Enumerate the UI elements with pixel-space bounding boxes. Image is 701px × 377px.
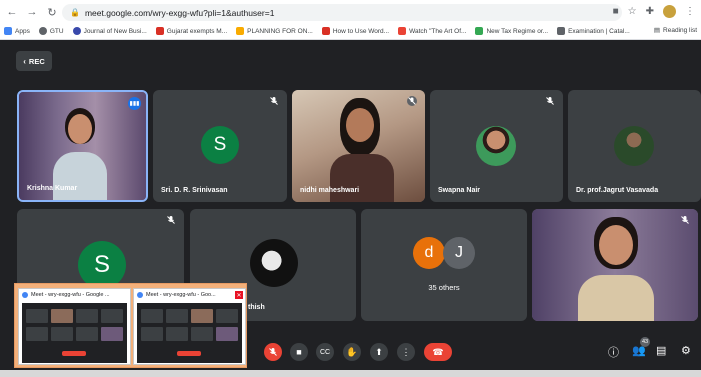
raise-hand-button[interactable]: ✋: [343, 343, 361, 361]
site-icon: [557, 27, 566, 35]
avatar: [614, 126, 654, 166]
back-icon[interactable]: ←: [4, 4, 20, 20]
others-tile[interactable]: d J 35 others: [361, 209, 527, 321]
participant-tile[interactable]: Swapna Nair: [430, 90, 563, 202]
bookmark-item[interactable]: New Tax Regime or...: [475, 27, 548, 35]
avatar: [250, 239, 298, 287]
bookmark-item[interactable]: How to Use Word...: [321, 27, 389, 35]
bookmark-item[interactable]: PLANNING FOR ON...: [236, 27, 313, 35]
site-icon: [236, 27, 245, 35]
window-thumbnail[interactable]: Meet - wry-exgg-wfu - Goo... ✕: [133, 288, 246, 365]
captions-icon: CC: [319, 348, 331, 356]
site-icon: [155, 27, 164, 35]
chat-icon[interactable]: ▤: [656, 344, 666, 357]
camera-button[interactable]: ■: [290, 343, 308, 361]
participant-tile[interactable]: Dr. prof.Jagrut Vasavada: [568, 90, 701, 202]
more-options-button[interactable]: ⋮: [397, 343, 415, 361]
taskbar-strip: [0, 370, 701, 377]
chevron-left-icon: ‹: [23, 56, 26, 66]
mic-off-icon: [270, 97, 278, 105]
participant-name: Krishna Kumar: [27, 185, 78, 192]
avatar: S: [78, 241, 126, 289]
mic-off-icon: [681, 216, 689, 224]
site-icon: [321, 27, 330, 35]
speaking-indicator-icon: ▮▮▮: [128, 97, 141, 110]
participant-tile[interactable]: S Sri. D. R. Srinivasan: [153, 90, 287, 202]
site-icon: [72, 27, 81, 35]
menu-icon[interactable]: ⋮: [685, 6, 695, 17]
close-icon[interactable]: ✕: [235, 291, 243, 299]
participant-name: thish: [248, 304, 265, 311]
url-text: meet.google.com/wry-exgg-wfu?pli=1&authu…: [84, 7, 275, 18]
chrome-icon: [22, 292, 28, 298]
bookmarks-bar: Apps GTU Journal of New Busi... Gujarat …: [0, 23, 701, 39]
address-bar[interactable]: 🔒 meet.google.com/wry-exgg-wfu?pli=1&aut…: [62, 4, 622, 21]
reading-list-icon: ▤: [653, 27, 661, 34]
apps-icon: [4, 27, 12, 35]
gmail-icon: [398, 27, 407, 35]
site-icon: [475, 27, 484, 35]
mic-off-button[interactable]: [264, 343, 282, 361]
participant-tile[interactable]: ▮▮▮ Krishna Kumar: [17, 90, 148, 202]
participant-tile[interactable]: nidhi maheshwari: [292, 90, 425, 202]
participant-name: Dr. prof.Jagrut Vasavada: [576, 187, 659, 194]
taskbar-preview: Meet - wry-exgg-wfu - Google ... Meet - …: [14, 283, 247, 368]
present-icon: ⬆: [375, 346, 383, 357]
participant-name: Swapna Nair: [438, 187, 481, 194]
extensions-icon[interactable]: ✚: [646, 6, 654, 17]
avatar: J: [443, 237, 475, 269]
mic-off-icon: [546, 97, 554, 105]
recording-indicator[interactable]: ‹ REC: [16, 51, 52, 71]
activities-icon[interactable]: ⚙: [681, 344, 691, 357]
toolbar: ← → ↻ 🔒 meet.google.com/wry-exgg-wfu?pli…: [0, 2, 701, 22]
forward-icon[interactable]: →: [24, 4, 40, 20]
participant-tile[interactable]: [532, 209, 698, 321]
captions-button[interactable]: CC: [316, 343, 334, 361]
avatar[interactable]: [663, 5, 676, 18]
reading-list[interactable]: ▤ Reading list: [653, 26, 697, 35]
chrome-icon: [137, 292, 143, 298]
present-button[interactable]: ⬆: [370, 343, 388, 361]
mic-off-icon: [167, 216, 175, 224]
camera-icon[interactable]: ■: [613, 6, 619, 17]
star-icon[interactable]: ☆: [628, 6, 637, 17]
lock-icon: 🔒: [70, 8, 80, 17]
mic-off-icon: [269, 348, 277, 356]
participant-count-badge: 43: [640, 337, 650, 347]
bookmark-item[interactable]: Examination | Catal...: [557, 27, 630, 35]
info-icon[interactable]: ⓘ: [608, 344, 619, 360]
participant-name: Sri. D. R. Srinivasan: [161, 187, 228, 194]
more-vert-icon: ⋮: [401, 346, 411, 357]
mic-off-icon: [407, 96, 417, 106]
globe-icon: [38, 27, 47, 35]
avatar: S: [201, 126, 239, 164]
hand-icon: ✋: [346, 346, 358, 357]
thumbnail-screen: [22, 303, 127, 363]
bookmark-item[interactable]: Gujarat exempts M...: [155, 27, 227, 35]
avatar: d: [413, 237, 445, 269]
participant-name: nidhi maheshwari: [300, 187, 360, 194]
person-figure: [578, 217, 654, 321]
avatar: [476, 126, 516, 166]
leave-call-button[interactable]: ☎: [424, 343, 452, 361]
others-count: 35 others: [428, 283, 460, 292]
camera-icon: ■: [296, 347, 302, 357]
thumbnail-screen: [137, 303, 242, 363]
end-call-icon: ☎: [432, 346, 444, 357]
browser-chrome: ← → ↻ 🔒 meet.google.com/wry-exgg-wfu?pli…: [0, 0, 701, 40]
window-thumbnail[interactable]: Meet - wry-exgg-wfu - Google ...: [18, 288, 131, 365]
bookmark-item[interactable]: GTU: [38, 27, 64, 35]
bookmark-item[interactable]: Journal of New Busi...: [72, 27, 147, 35]
bookmark-item[interactable]: Apps: [4, 27, 30, 35]
bookmark-item[interactable]: Watch "The Art Of...: [398, 27, 466, 35]
reload-icon[interactable]: ↻: [44, 4, 60, 20]
